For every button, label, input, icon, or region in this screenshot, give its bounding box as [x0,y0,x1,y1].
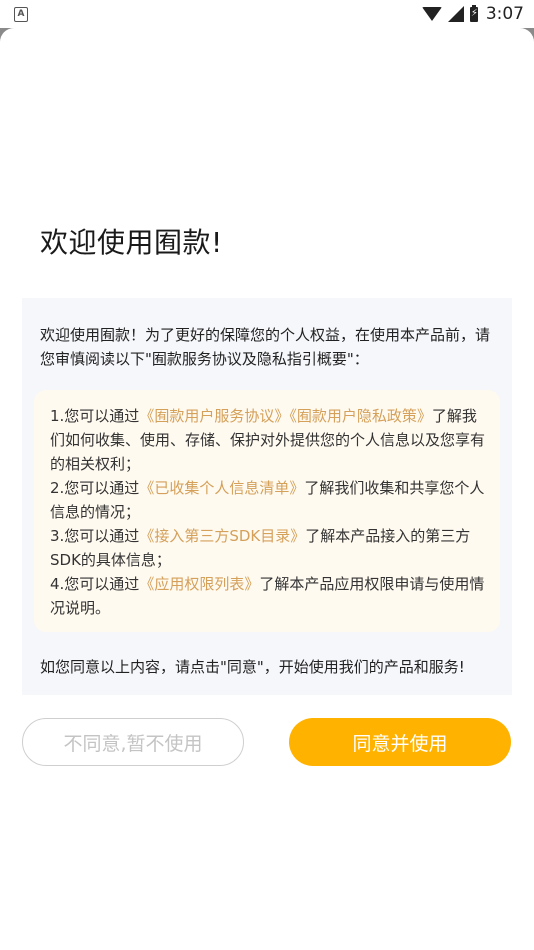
agreement-list-box: 1.您可以通过《囿款用户服务协议》《囿款用户隐私政策》了解我们如何收集、使用、存… [34,390,500,632]
user-privacy-policy-link[interactable]: 《囿款用户隐私政策》 [289,407,432,425]
consent-text: 如您同意以上内容，请点击"同意"，开始使用我们的产品和服务! [40,658,465,676]
app-permission-list-link[interactable]: 《应用权限列表》 [139,575,259,593]
agree-button[interactable]: 同意并使用 [289,718,511,766]
third-party-sdk-link[interactable]: 《接入第三方SDK目录》 [139,527,305,545]
status-icons: ⚡ 3:07 [421,4,524,24]
list-item: 4.您可以通过《应用权限列表》了解本产品应用权限申请与使用情况说明。 [50,575,485,617]
wifi-icon [421,7,442,21]
signal-icon [447,6,464,22]
list-item: 2.您可以通过《已收集个人信息清单》了解我们收集和共享您个人信息的情况； [50,479,485,521]
list-item: 3.您可以通过《接入第三方SDK目录》了解本产品接入的第三方SDK的具体信息； [50,527,471,569]
list-item: 1.您可以通过《囿款用户服务协议》《囿款用户隐私政策》了解我们如何收集、使用、存… [50,407,486,473]
clock: 3:07 [485,4,524,24]
collected-info-list-link[interactable]: 《已收集个人信息清单》 [139,479,304,497]
intro-text: 欢迎使用囿款！为了更好的保障您的个人权益，在使用本产品前，请您审慎阅读以下"囿款… [40,326,491,368]
notification-icon: A [14,7,28,22]
battery-icon: ⚡ [469,4,478,22]
agreement-list: 1.您可以通过《囿款用户服务协议》《囿款用户隐私政策》了解我们如何收集、使用、存… [50,404,490,620]
disagree-button[interactable]: 不同意,暂不使用 [22,718,244,766]
user-service-agreement-link[interactable]: 《囿款用户服务协议》 [139,407,289,425]
privacy-dialog: 欢迎使用囿款! 欢迎使用囿款！为了更好的保障您的个人权益，在使用本产品前，请您审… [0,28,534,950]
dialog-title: 欢迎使用囿款! [40,226,223,259]
agreement-panel: 欢迎使用囿款！为了更好的保障您的个人权益，在使用本产品前，请您审慎阅读以下"囿款… [22,298,512,695]
status-bar: A ⚡ 3:07 [0,0,534,28]
